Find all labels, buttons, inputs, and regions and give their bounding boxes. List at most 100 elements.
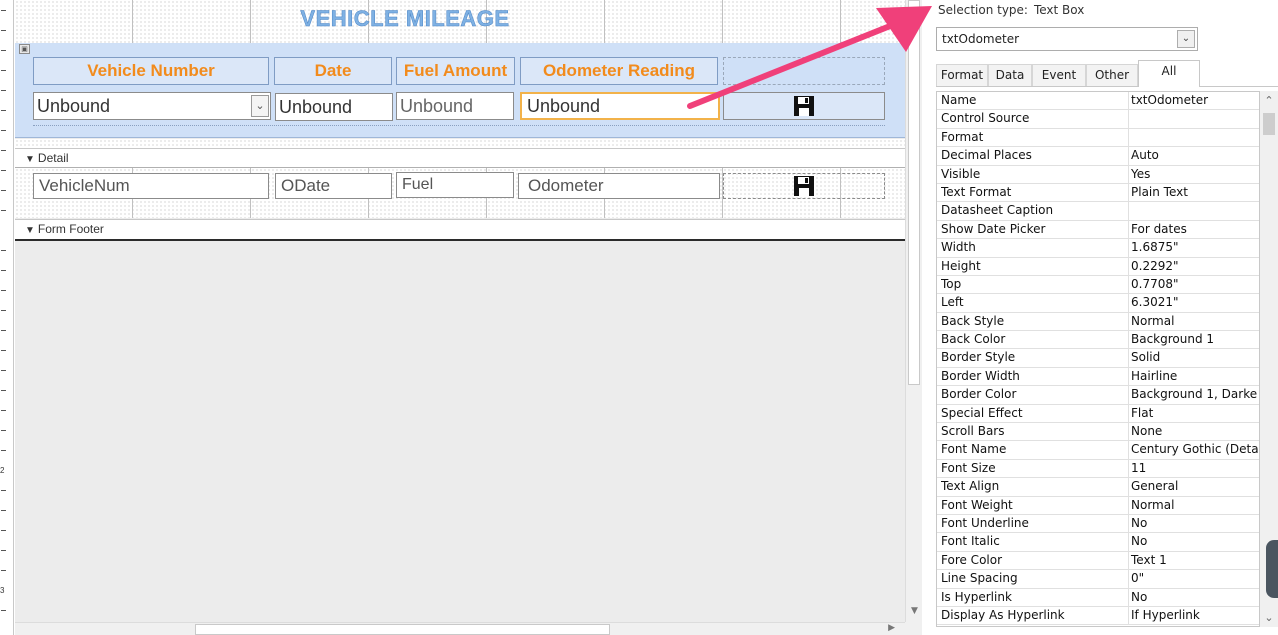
property-name: Fore Color <box>941 552 1003 567</box>
property-row[interactable]: Font Weight Normal <box>937 496 1259 515</box>
horizontal-scroll-thumb[interactable] <box>195 624 610 635</box>
property-value[interactable]: Solid <box>1128 349 1259 368</box>
property-row[interactable]: Width 1.6875" <box>937 239 1259 258</box>
property-value[interactable] <box>1128 110 1259 129</box>
form-design-surface[interactable]: VEHICLE MILEAGE Vehicle Number Date Fuel… <box>15 0 905 622</box>
form-footer-section-bar[interactable]: ▼ Form Footer <box>15 219 905 239</box>
property-row[interactable]: Left 6.3021" <box>937 294 1259 313</box>
property-row[interactable]: Back Style Normal <box>937 312 1259 332</box>
property-value[interactable]: 0" <box>1128 570 1259 589</box>
property-row[interactable]: Font Name Century Gothic (Deta <box>937 441 1259 460</box>
scroll-down-icon[interactable]: ▼ <box>906 606 923 616</box>
property-scroll-thumb[interactable] <box>1263 113 1275 135</box>
property-row[interactable]: Back Color Background 1 <box>937 331 1259 350</box>
property-value[interactable]: Plain Text <box>1128 183 1259 202</box>
tab-other[interactable]: Other <box>1086 64 1138 86</box>
property-value[interactable]: General <box>1128 478 1259 497</box>
property-row[interactable]: Border Style Solid <box>937 349 1259 368</box>
property-row[interactable]: Is Hyperlink No <box>937 588 1259 607</box>
property-value[interactable]: 0.2292" <box>1128 257 1259 276</box>
property-row[interactable]: Height 0.2292" <box>937 257 1259 276</box>
property-value[interactable]: txtOdometer <box>1128 92 1259 110</box>
property-row[interactable]: Font Underline No <box>937 514 1259 534</box>
property-row[interactable]: Font Italic No <box>937 533 1259 552</box>
detail-section-bar[interactable]: ▼ Detail <box>15 148 905 168</box>
tab-event[interactable]: Event <box>1032 64 1086 86</box>
empty-label-placeholder[interactable] <box>723 57 885 85</box>
object-selector-dropdown[interactable]: txtOdometer ⌄ <box>936 27 1198 51</box>
property-value[interactable]: 1.6875" <box>1128 239 1259 258</box>
vertical-scroll-thumb[interactable] <box>908 0 920 385</box>
property-row[interactable]: Datasheet Caption <box>937 202 1259 221</box>
property-row[interactable]: Text Format Plain Text <box>937 183 1259 203</box>
property-value[interactable]: Auto <box>1128 147 1259 166</box>
textbox-fuel-unbound[interactable]: Unbound <box>396 92 514 120</box>
form-title-label[interactable]: VEHICLE MILEAGE <box>15 6 795 32</box>
textbox-vehiclenum[interactable]: VehicleNum <box>33 173 269 199</box>
designer-vertical-scrollbar[interactable]: ▼ <box>905 0 922 622</box>
property-value[interactable]: Text 1 <box>1128 551 1259 570</box>
property-row[interactable]: Top 0.7708" <box>937 275 1259 295</box>
property-value[interactable]: 11 <box>1128 459 1259 478</box>
property-value[interactable]: Yes <box>1128 165 1259 184</box>
tab-data[interactable]: Data <box>988 64 1032 86</box>
property-row[interactable]: Text Align General <box>937 478 1259 497</box>
property-row[interactable]: Control Source <box>937 110 1259 129</box>
property-value[interactable]: Normal <box>1128 496 1259 515</box>
property-row[interactable]: Fore Color Text 1 <box>937 551 1259 571</box>
combo-vehicle-unbound[interactable]: Unbound ⌄ <box>33 92 271 120</box>
property-row[interactable]: Show Date Picker For dates <box>937 220 1259 240</box>
property-value[interactable]: If Hyperlink <box>1128 606 1259 625</box>
textbox-odometer[interactable]: Odometer <box>518 173 720 199</box>
property-row[interactable]: Visible Yes <box>937 165 1259 184</box>
property-row[interactable]: Display As Hyperlink If Hyperlink <box>937 606 1259 626</box>
form-header-band[interactable]: Vehicle Number Date Fuel Amount Odometer… <box>15 43 905 138</box>
property-value[interactable]: For dates <box>1128 220 1259 239</box>
tab-all[interactable]: All <box>1138 60 1200 87</box>
form-header-title-area[interactable]: VEHICLE MILEAGE <box>15 0 905 43</box>
scroll-right-icon[interactable]: ▶ <box>888 623 895 633</box>
property-row[interactable]: Special Effect Flat <box>937 404 1259 424</box>
property-value[interactable]: None <box>1128 423 1259 442</box>
chevron-down-icon[interactable]: ⌄ <box>251 95 269 117</box>
detail-band[interactable]: VehicleNum ODate Fuel Odometer <box>15 168 905 218</box>
property-value[interactable]: Flat <box>1128 404 1259 423</box>
property-value[interactable]: No <box>1128 588 1259 607</box>
chevron-down-icon[interactable]: ⌄ <box>1177 30 1195 48</box>
side-panel-handle-icon[interactable] <box>1266 540 1278 598</box>
label-vehicle-number[interactable]: Vehicle Number <box>33 57 269 85</box>
property-row[interactable]: Decimal Places Auto <box>937 147 1259 166</box>
property-value[interactable]: Background 1 <box>1128 331 1259 350</box>
property-row[interactable]: Format <box>937 128 1259 148</box>
scroll-up-icon[interactable]: ⌃ <box>1260 94 1278 107</box>
label-fuel-amount[interactable]: Fuel Amount <box>396 57 515 85</box>
property-row[interactable]: Font Size 11 <box>937 459 1259 479</box>
property-value[interactable]: 6.3021" <box>1128 294 1259 313</box>
property-row[interactable]: Border Width Hairline <box>937 367 1259 387</box>
textbox-fuel[interactable]: Fuel <box>396 172 514 198</box>
property-value[interactable]: No <box>1128 514 1259 533</box>
property-value[interactable]: Century Gothic (Deta <box>1128 441 1259 460</box>
textbox-odate[interactable]: ODate <box>275 173 392 199</box>
label-odometer-reading[interactable]: Odometer Reading <box>520 57 718 85</box>
property-value[interactable]: No <box>1128 533 1259 552</box>
property-value[interactable]: Background 1, Darke <box>1128 386 1259 405</box>
section-selector-icon[interactable]: ▣ <box>19 44 30 54</box>
property-value[interactable]: Hairline <box>1128 367 1259 386</box>
scroll-down-icon[interactable]: ⌄ <box>1260 611 1278 624</box>
property-value[interactable] <box>1128 128 1259 147</box>
property-row[interactable]: Border Color Background 1, Darke <box>937 386 1259 405</box>
property-row[interactable]: Scroll Bars None <box>937 423 1259 442</box>
property-row[interactable]: Name txtOdometer <box>937 92 1259 111</box>
textbox-odometer-unbound-selected[interactable]: Unbound <box>520 92 720 120</box>
tab-format[interactable]: Format <box>936 64 988 86</box>
property-value[interactable]: 0.7708" <box>1128 275 1259 294</box>
save-button-detail[interactable] <box>723 173 885 199</box>
property-row[interactable]: Line Spacing 0" <box>937 570 1259 589</box>
property-value[interactable] <box>1128 202 1259 221</box>
textbox-date-unbound[interactable]: Unbound <box>275 93 393 121</box>
designer-horizontal-scrollbar[interactable]: ▶ <box>15 622 905 635</box>
save-button-header[interactable] <box>723 92 885 120</box>
label-date[interactable]: Date <box>274 57 392 85</box>
property-value[interactable]: Normal <box>1128 312 1259 331</box>
